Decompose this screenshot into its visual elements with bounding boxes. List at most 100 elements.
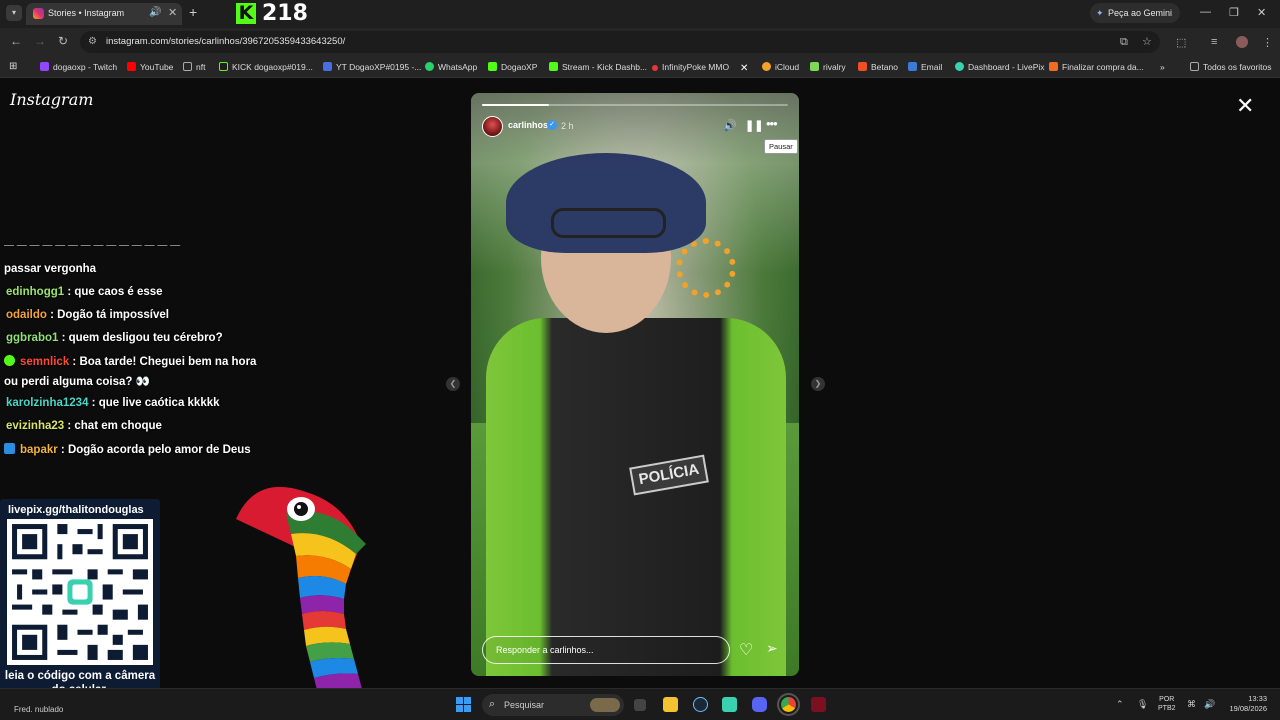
more-options-icon[interactable]: ••• xyxy=(766,116,778,131)
previous-story-arrow-icon[interactable]: ❮ xyxy=(446,377,460,391)
bookmark-star-icon[interactable]: ☆ xyxy=(1142,35,1152,48)
chat-message: ggbrabo1 : quem desligou teu cérebro? xyxy=(6,332,223,344)
pause-tooltip: Pausar xyxy=(764,139,798,154)
media-controls-icon[interactable]: ≡ xyxy=(1211,36,1217,48)
apps-grid-icon[interactable]: ⊞ xyxy=(9,60,17,74)
microphone-icon[interactable]: 🎙 xyxy=(1137,699,1148,710)
tray-overflow-icon[interactable]: ⌃ xyxy=(1116,699,1124,710)
story-reply-input[interactable]: Responder a carlinhos... xyxy=(482,636,730,664)
profile-avatar[interactable] xyxy=(1236,36,1248,48)
all-bookmarks-folder[interactable]: Todos os favoritos xyxy=(1190,60,1272,74)
system-clock[interactable]: 13:33 19/08/2026 xyxy=(1227,694,1267,714)
kick-logo-icon: K xyxy=(236,3,256,24)
chat-username: semnlick xyxy=(20,356,70,368)
chat-username: ggbrabo1 xyxy=(6,332,59,344)
address-bar[interactable]: ⚙ instagram.com/stories/carlinhos/396720… xyxy=(80,31,1160,53)
app-icon-red[interactable] xyxy=(811,697,826,712)
bookmark-item[interactable]: ✕X xyxy=(740,60,753,74)
chat-badge-icon xyxy=(4,355,15,366)
gemini-sparkle-icon: ✦ xyxy=(1096,8,1104,18)
more-bookmarks-chevron-icon[interactable]: » xyxy=(1160,60,1165,74)
bookmark-item[interactable]: InfinityPoke MMO xyxy=(652,60,729,74)
tab-close-icon[interactable]: ✕ xyxy=(168,6,177,19)
bookmark-folder[interactable]: nft xyxy=(183,60,205,74)
instagram-favicon-icon xyxy=(33,8,44,19)
weather-widget[interactable]: Fred. nublado xyxy=(14,705,63,714)
share-send-icon[interactable]: ➢ xyxy=(766,640,778,657)
back-arrow-icon[interactable]: ← xyxy=(10,34,22,48)
browser-tab-active[interactable]: Stories • Instagram 🔊 ✕ xyxy=(26,3,182,25)
livepix-url: livepix.gg/thalitondouglas xyxy=(8,504,144,516)
bookmark-item[interactable]: YT DogaoXP#0195 -... xyxy=(323,60,421,74)
site-info-icon[interactable]: ⚙ xyxy=(88,36,97,47)
bookmark-item[interactable]: Stream - Kick Dashb... xyxy=(549,60,647,74)
chat-message: passar vergonha xyxy=(4,263,97,275)
bookmark-item[interactable]: Betano xyxy=(858,60,898,74)
task-view-icon[interactable] xyxy=(634,699,646,711)
bookmark-item[interactable]: Email xyxy=(908,60,942,74)
windows-start-icon[interactable] xyxy=(456,697,471,712)
story-person-glasses xyxy=(551,208,666,238)
discord-icon[interactable] xyxy=(752,697,767,712)
search-icon: ⌕ xyxy=(489,698,496,710)
chat-message: semnlick : Boa tarde! Cheguei bem na hor… xyxy=(4,355,256,368)
network-icon[interactable]: ⌘ xyxy=(1187,699,1196,710)
story-headdress-decoration xyxy=(676,238,736,298)
ask-gemini-button[interactable]: ✦ Peça ao Gemini xyxy=(1090,3,1181,23)
bookmark-item[interactable]: DogaoXP xyxy=(488,60,537,74)
app-icon[interactable] xyxy=(722,697,737,712)
tab-audio-icon[interactable]: 🔊 xyxy=(149,7,161,18)
tab-title: Stories • Instagram xyxy=(48,8,125,18)
instagram-logo[interactable]: Instagram xyxy=(10,90,93,109)
forward-arrow-icon[interactable]: → xyxy=(34,34,46,48)
bookmark-item[interactable]: Dashboard - LivePix xyxy=(955,60,1045,74)
story-author-avatar[interactable] xyxy=(482,116,503,137)
file-explorer-icon[interactable] xyxy=(663,697,678,712)
verified-badge-icon: ✓ xyxy=(547,120,557,130)
install-app-icon[interactable]: ⧉ xyxy=(1120,36,1128,49)
browser-menu-icon[interactable]: ⋮ xyxy=(1262,36,1273,49)
next-story-arrow-icon[interactable]: ❯ xyxy=(811,377,825,391)
bookmark-item[interactable]: Finalizar compra da... xyxy=(1049,60,1144,74)
browser-tab-bar: ▾ Stories • Instagram 🔊 ✕ + K 218 ✦ Peça… xyxy=(0,0,1280,28)
story-person-body xyxy=(486,318,786,676)
sound-icon[interactable]: 🔊 xyxy=(723,119,737,132)
livepix-qr-widget: livepix.gg/thalitondouglas leia o código… xyxy=(0,499,160,702)
language-indicator[interactable]: POR PTB2 xyxy=(1158,695,1176,713)
bookmark-item[interactable]: KICK dogaoxp#019... xyxy=(219,60,313,74)
bookmark-item[interactable]: dogaoxp - Twitch xyxy=(40,60,117,74)
bookmark-item[interactable]: rivalry xyxy=(810,60,846,74)
sock-puppet-mascot xyxy=(226,474,391,704)
story-author-username[interactable]: carlinhos xyxy=(508,120,548,130)
tab-search-dropdown-icon[interactable]: ▾ xyxy=(6,5,22,21)
story-viewer[interactable]: POLÍCIA carlinhos ✓ 2 h 🔊 ❚❚ ••• Pausar … xyxy=(471,93,799,676)
chrome-icon[interactable] xyxy=(777,693,800,716)
maximize-window-icon[interactable]: ❐ xyxy=(1229,6,1239,19)
close-window-icon[interactable]: ✕ xyxy=(1257,6,1266,19)
chat-username: edinhogg1 xyxy=(6,286,65,298)
chat-badge-icon xyxy=(4,443,15,454)
minimize-window-icon[interactable]: — xyxy=(1200,6,1211,18)
new-tab-button[interactable]: + xyxy=(189,4,197,20)
chat-username: karolzinha1234 xyxy=(6,397,89,409)
address-bar-url: instagram.com/stories/carlinhos/39672053… xyxy=(106,36,346,47)
chat-message-cut: — — — — — — — — — — — — — — xyxy=(4,240,181,251)
bookmark-item[interactable]: YouTube xyxy=(127,60,173,74)
bookmark-item[interactable]: iCloud xyxy=(762,60,799,74)
qr-code-icon xyxy=(7,519,153,665)
like-heart-icon[interactable]: ♡ xyxy=(739,640,753,660)
pause-icon[interactable]: ❚❚ xyxy=(745,119,763,132)
reload-icon[interactable]: ↻ xyxy=(58,34,68,48)
taskbar-search-placeholder: Pesquisar xyxy=(504,700,545,710)
chat-message: edinhogg1 : que caos é esse xyxy=(6,286,163,298)
close-story-icon[interactable]: ✕ xyxy=(1236,93,1254,119)
chat-message: karolzinha1234 : que live caótica kkkkk xyxy=(6,397,220,409)
taskbar-search[interactable]: ⌕ Pesquisar xyxy=(482,694,624,716)
bookmark-item[interactable]: WhatsApp xyxy=(425,60,477,74)
story-progress-fill xyxy=(482,104,550,106)
windows-taskbar: Fred. nublado ⌕ Pesquisar ⌃ 🎙 POR PTB2 ⌘ … xyxy=(0,688,1280,720)
volume-icon[interactable]: 🔊 xyxy=(1204,699,1215,710)
kick-viewer-count: 218 xyxy=(262,1,308,26)
steam-icon[interactable] xyxy=(693,697,708,712)
extensions-icon[interactable]: ⬚ xyxy=(1176,36,1186,49)
